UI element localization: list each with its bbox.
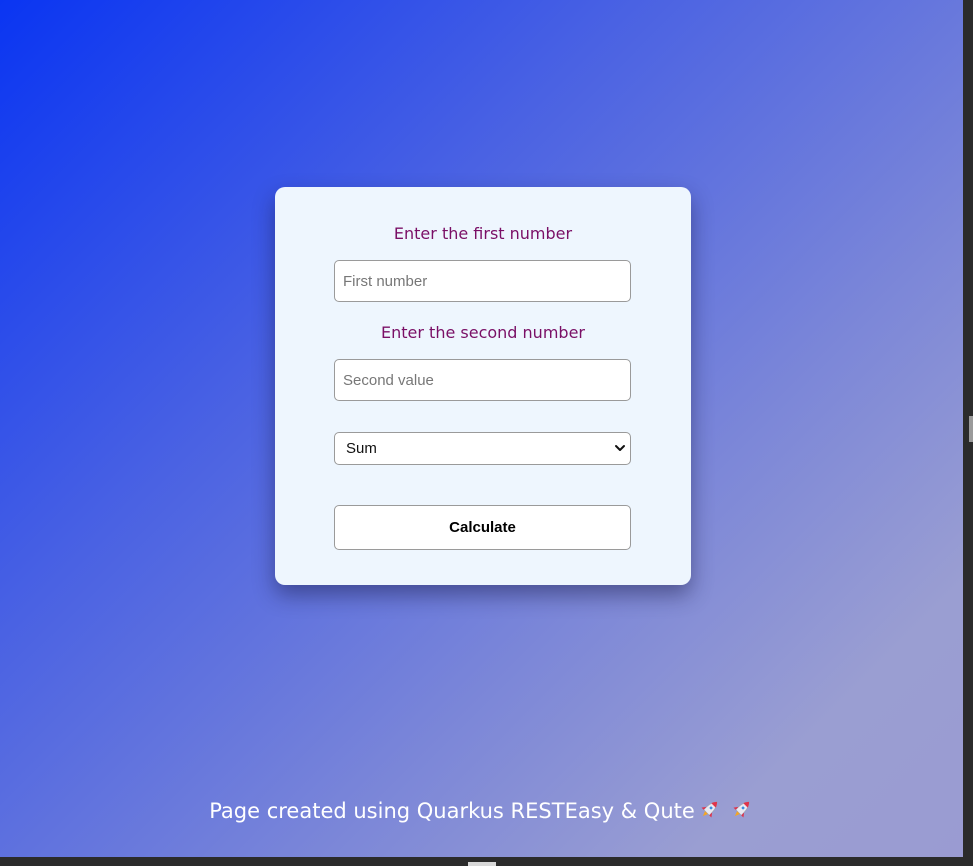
footer-credit: Page created using Quarkus RESTEasy & Qu… [0,797,963,824]
calculator-card: Enter the first number Enter the second … [275,187,691,585]
rocket-icon [733,801,750,818]
first-number-input[interactable] [334,260,631,302]
rocket-icon [701,801,718,818]
scrollbar[interactable] [963,0,973,857]
scrollbar-thumb[interactable] [969,416,973,442]
first-number-label: Enter the first number [393,224,573,243]
calculate-button[interactable]: Calculate [334,505,631,550]
footer-text: Page created using Quarkus RESTEasy & Qu… [209,799,695,823]
operation-selected-value: Sum [346,440,377,457]
resize-handle[interactable] [468,862,496,866]
second-number-label: Enter the second number [381,323,585,342]
bottom-bar [0,857,973,866]
second-number-input[interactable] [334,359,631,401]
page-background: Enter the first number Enter the second … [0,0,963,857]
operation-select[interactable]: Sum [334,432,631,465]
chevron-down-icon [615,445,625,451]
